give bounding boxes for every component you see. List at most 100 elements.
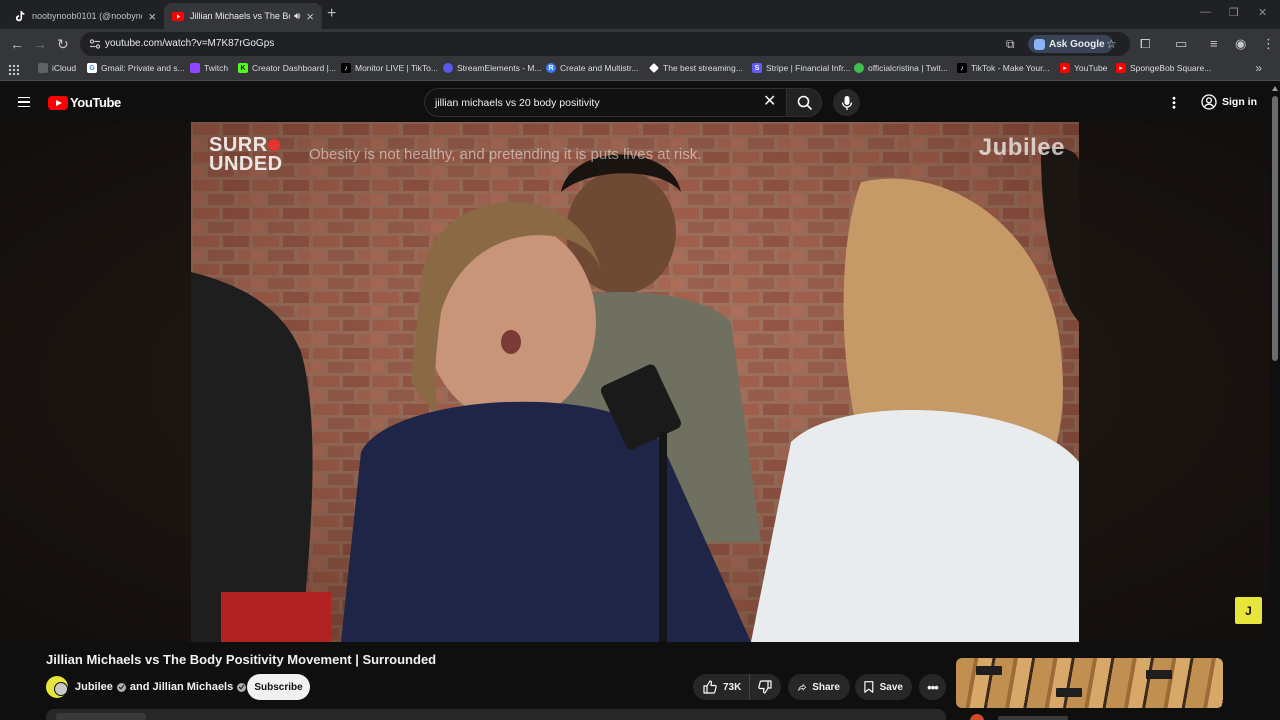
description-box[interactable] (46, 709, 946, 720)
menu-icon[interactable] (18, 97, 30, 107)
close-tab-icon[interactable]: × (148, 10, 156, 23)
reload-icon[interactable]: ↻ (57, 35, 69, 53)
recommended-video-thumbnail[interactable] (956, 658, 1223, 708)
speaker-icon[interactable]: 🔊︎ (294, 11, 300, 22)
sign-in-button[interactable]: Sign in (1195, 90, 1263, 114)
bookmark-item[interactable]: ♪ Monitor LIVE | TikTo... (341, 63, 438, 73)
streamelements-icon (443, 63, 453, 73)
bookmark-item[interactable]: ▸ YouTube (1060, 63, 1107, 73)
bookmark-item[interactable]: The best streaming... (649, 63, 743, 73)
youtube-play-icon (48, 95, 68, 110)
channel-avatar[interactable] (46, 676, 68, 698)
profile-icon[interactable]: ◉ (1235, 36, 1246, 52)
like-button[interactable]: 73K (693, 674, 751, 700)
bookmark-item[interactable]: Twitch (190, 63, 228, 73)
forward-icon[interactable]: → (33, 35, 47, 53)
clear-search-icon[interactable]: ✕ (763, 93, 776, 111)
url-text: youtube.com/watch?v=M7K87rGoGps (105, 38, 275, 49)
thumbs-up-icon (703, 680, 717, 694)
surrounded-logo: SURR UNDED (209, 134, 283, 175)
channel-name-secondary[interactable]: Jillian Michaels (153, 681, 234, 693)
close-tab-icon[interactable]: × (306, 10, 314, 23)
like-dislike-group: 73K (693, 674, 781, 700)
lens-icon (1034, 38, 1045, 50)
back-icon[interactable]: ← (10, 35, 24, 53)
tab-title: noobynoob0101 (@noobynoob (32, 11, 142, 21)
chrome-menu-icon[interactable]: ⋮ (1262, 36, 1275, 52)
subscribe-button[interactable]: Subscribe (247, 674, 310, 700)
tab-tiktok[interactable]: noobynoob0101 (@noobynoob × (6, 3, 164, 29)
dislike-button[interactable] (750, 674, 782, 700)
channel-names[interactable]: Jubilee and Jillian Michaels (75, 681, 250, 693)
youtube-logo[interactable]: YouTube (48, 95, 121, 110)
video-player[interactable]: SURR UNDED Obesity is not healthy, and p… (191, 122, 1079, 642)
restore-icon[interactable]: ❐ (1229, 6, 1239, 19)
google-icon: G (87, 63, 97, 73)
search-input[interactable]: jillian michaels vs 20 body positivity ✕ (424, 88, 786, 117)
window-close-icon[interactable]: ✕ (1258, 6, 1267, 19)
youtube-icon: ▸ (1060, 63, 1070, 73)
bookmark-item[interactable]: iCloud (38, 63, 76, 73)
bookmark-item[interactable]: officialcristina | Twit... (854, 63, 948, 73)
ask-google-label: Ask Google (1049, 38, 1105, 50)
settings-menu-icon[interactable] (1172, 96, 1176, 109)
microphone-icon (841, 95, 852, 110)
kick-icon: K (238, 63, 248, 73)
media-controls-icon[interactable]: ≡ (1210, 36, 1218, 52)
share-button[interactable]: Share (788, 674, 850, 700)
bookmark-star-icon[interactable]: ☆ (1106, 37, 1117, 51)
tab-title: Jillian Michaels vs The Body (190, 11, 290, 21)
bookmark-item[interactable]: S Stripe | Financial Infr... (752, 63, 850, 73)
channel-name-primary[interactable]: Jubilee (75, 681, 113, 693)
twitch-icon (190, 63, 200, 73)
recommended-channel-avatar (970, 714, 984, 720)
bookmarks-bar: iCloud G Gmail: Private and s... Twitch K… (0, 59, 1280, 81)
search-button[interactable] (786, 88, 822, 117)
ask-google-button[interactable]: Ask Google (1028, 35, 1113, 53)
tab-youtube-active[interactable]: Jillian Michaels vs The Body 🔊︎ × (164, 3, 322, 29)
tiktok-icon: ♪ (957, 63, 967, 73)
share-icon (798, 683, 806, 691)
bookmark-item[interactable]: ▸ SpongeBob Square... (1116, 63, 1211, 73)
more-horizontal-icon: ••• (927, 679, 939, 695)
description-text-placeholder (56, 713, 146, 720)
browser-toolbar: ← → ↻ youtube.com/watch?v=M7K87rGoGps ⧉ … (0, 29, 1280, 59)
voice-search-button[interactable] (833, 89, 860, 116)
more-bookmarks-icon[interactable]: » (1255, 61, 1262, 75)
channel-joiner: and (129, 681, 150, 693)
account-icon (1201, 94, 1217, 110)
youtube-icon: ▸ (1116, 63, 1126, 73)
jubilee-watermark: Jubilee (978, 134, 1065, 161)
more-actions-button[interactable]: ••• (919, 674, 946, 700)
thumbnail-detail (976, 666, 1002, 675)
video-frame (191, 122, 1079, 642)
channel-watermark-button[interactable]: J (1235, 597, 1262, 624)
record-dot-icon (267, 139, 280, 151)
bookmark-item[interactable]: R Create and Multistr... (546, 63, 638, 73)
youtube-icon (172, 10, 184, 22)
extensions-icon[interactable]: ⧠ (1140, 36, 1150, 52)
page-scrollbar[interactable] (1270, 84, 1280, 720)
cast-icon[interactable]: ⧉ (1006, 37, 1015, 52)
minimize-icon[interactable]: — (1200, 6, 1211, 18)
bookmark-item[interactable]: ♪ TikTok - Make Your... (957, 63, 1050, 73)
save-button[interactable]: Save (855, 674, 912, 700)
recommended-video-meta[interactable] (956, 712, 1223, 720)
address-bar[interactable]: youtube.com/watch?v=M7K87rGoGps ⧉ Ask Go… (80, 32, 1130, 56)
scroll-up-icon[interactable] (1272, 86, 1278, 91)
bookmark-item[interactable]: K Creator Dashboard |... (238, 63, 336, 73)
bookmark-item[interactable]: G Gmail: Private and s... (87, 63, 185, 73)
new-tab-icon[interactable]: + (327, 5, 336, 23)
reading-mode-icon[interactable]: ▭ (1175, 36, 1187, 52)
thumbs-down-icon (758, 680, 772, 694)
tiktok-icon (14, 10, 26, 22)
apps-grid-icon[interactable] (8, 64, 19, 75)
apple-icon (38, 63, 48, 73)
scrollbar-thumb[interactable] (1272, 96, 1278, 361)
thumbnail-detail (1056, 688, 1082, 697)
search-query: jillian michaels vs 20 body positivity (435, 97, 600, 109)
site-info-icon[interactable] (88, 37, 102, 51)
bookmark-item[interactable]: StreamElements - M... (443, 63, 542, 73)
diamond-icon (649, 63, 659, 73)
video-title: Jillian Michaels vs The Body Positivity … (46, 652, 437, 667)
